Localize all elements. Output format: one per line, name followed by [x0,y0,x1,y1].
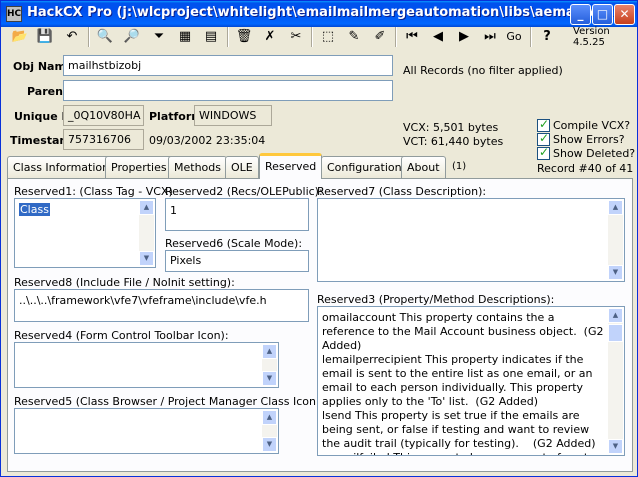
compile-vcx-label: Compile VCX? [553,119,631,132]
scroll-down-icon[interactable]: ▼ [608,439,623,454]
last-record-icon[interactable]: ⏭ [479,26,501,48]
version-label: Version 4.5.25 [573,26,610,48]
reserved5-label: Reserved5 (Class Browser / Project Manag… [14,395,324,408]
minimize-button[interactable]: _ [570,4,591,25]
main-window: HC HackCX Pro (j:\wlcproject\whitelight\… [0,0,638,477]
compile-vcx-checkbox[interactable]: Compile VCX? [537,117,631,132]
reserved1-field[interactable]: Class ▲ ▼ [14,198,156,268]
tab-methods[interactable]: Methods [168,156,227,178]
app-icon: HC [6,6,22,22]
reserved5-field[interactable]: ▲ ▼ [14,408,279,454]
reserved8-label: Reserved8 (Include File / NoInit setting… [14,276,235,289]
timestamp-field: 757316706 [63,129,144,150]
open-folder-icon[interactable]: 📂 [9,26,31,48]
scroll-up-icon[interactable]: ▲ [608,308,623,323]
view-icon[interactable]: ▦ [174,26,196,48]
next-record-icon[interactable]: ▶ [453,26,475,48]
toolbar-separator [395,27,397,47]
reserved6-field[interactable]: Pixels [165,250,309,272]
reserved1-scrollbar[interactable]: ▲ ▼ [139,200,154,266]
checkbox-checked-icon [537,145,550,160]
export-icon[interactable]: ⬚ [317,26,339,48]
platform-field: WINDOWS [194,105,272,126]
tab-about[interactable]: About [401,156,446,178]
toolbar-separator [530,27,532,47]
tab-ole[interactable]: OLE [225,156,259,178]
help-icon[interactable]: ? [536,26,558,48]
scroll-down-icon[interactable]: ▼ [139,251,154,266]
obj-name-field[interactable]: mailhstbizobj [63,55,393,76]
reserved4-label: Reserved4 (Form Control Toolbar Icon): [14,329,229,342]
delete-record-icon[interactable]: ✗ [259,26,281,48]
scroll-down-icon[interactable]: ▼ [262,437,277,452]
close-button[interactable]: ✕ [614,4,635,25]
scroll-up-icon[interactable]: ▲ [262,344,277,359]
window-title: HackCX Pro (j:\wlcproject\whitelight\ema… [27,5,620,20]
grid-icon[interactable]: ▤ [200,26,222,48]
unique-id-field: _0Q10V80HA [63,105,144,126]
toolbar: 📂 💾 ↶ 🔍 🔎 ⏷ ▦ ▤ 🗑 ✗ ✂ ⬚ ✎ ✐ ⏮ ◀ ▶ ⏭ Go ?… [4,25,634,50]
reserved4-field[interactable]: ▲ ▼ [14,342,279,388]
reserved3-value: omailaccount This property contains the … [322,311,604,455]
reserved7-scrollbar[interactable]: ▲ ▼ [608,200,623,280]
reserved1-label: Reserved1: (Class Tag - VCX) [14,185,173,198]
parent-field[interactable] [63,80,393,101]
scroll-up-icon[interactable]: ▲ [139,200,154,215]
toolbar-separator [227,27,229,47]
parent-label: Parent [27,85,69,98]
reserved8-field[interactable]: ..\..\..\framework\vfe7\vfeframe\include… [14,289,309,322]
go-button[interactable]: Go [501,26,527,48]
show-errors-checkbox[interactable]: Show Errors? [537,131,625,146]
reserved2-label: Reserved2 (Recs/OLEPublic): [165,185,323,198]
vcx-size: VCX: 5,501 bytes [403,121,499,134]
reserved3-scrollbar[interactable]: ▲ ▼ [608,308,623,454]
reserved5-scrollbar[interactable]: ▲ ▼ [262,410,277,452]
find-next-icon[interactable]: 🔎 [121,26,143,48]
find-icon[interactable]: 🔍 [94,26,116,48]
prev-record-icon[interactable]: ◀ [427,26,449,48]
title-bar[interactable]: HC HackCX Pro (j:\wlcproject\whitelight\… [1,1,637,27]
reserved4-scrollbar[interactable]: ▲ ▼ [262,344,277,386]
save-icon[interactable]: 💾 [34,26,56,48]
vct-size: VCT: 61,440 bytes [403,135,504,148]
toolbar-separator [88,27,90,47]
delete-icon[interactable]: 🗑 [233,26,255,48]
show-errors-label: Show Errors? [553,133,625,146]
scroll-up-icon[interactable]: ▲ [608,200,623,215]
undo-icon[interactable]: ↶ [61,26,83,48]
toolbar-separator [311,27,313,47]
reserved7-field[interactable]: ▲ ▼ [317,198,625,282]
tab-reserved[interactable]: Reserved [259,153,323,179]
scroll-down-icon[interactable]: ▼ [262,371,277,386]
tab-count: (1) [452,161,467,172]
wand-alt-icon[interactable]: ✐ [369,26,391,48]
wand-icon[interactable]: ✎ [343,26,365,48]
filter-status: All Records (no filter applied) [403,64,563,77]
reserved1-value: Class [19,203,50,216]
record-status: Record #40 of 41 [537,162,634,175]
reserved6-label: Reserved6 (Scale Mode): [165,237,303,250]
first-record-icon[interactable]: ⏮ [401,26,423,48]
filter-icon[interactable]: ⏷ [148,26,170,48]
show-deleted-checkbox[interactable]: Show Deleted? [537,145,636,160]
reserved3-field[interactable]: omailaccount This property contains the … [317,306,625,456]
tab-configuration[interactable]: Configuration [321,156,408,178]
scroll-down-icon[interactable]: ▼ [608,265,623,280]
reserved7-label: Reserved7 (Class Description): [317,185,487,198]
reserved2-field[interactable]: 1 [165,198,309,231]
scroll-thumb[interactable] [608,324,623,342]
timestamp-date: 09/03/2002 23:35:04 [149,134,266,147]
tools-icon[interactable]: ✂ [285,26,307,48]
maximize-button[interactable]: □ [592,4,613,25]
tab-properties[interactable]: Properties [105,156,173,178]
scroll-up-icon[interactable]: ▲ [262,410,277,425]
show-deleted-label: Show Deleted? [553,147,636,160]
tab-class-information[interactable]: Class Information [7,156,116,178]
reserved3-label: Reserved3 (Property/Method Descriptions)… [317,293,555,306]
